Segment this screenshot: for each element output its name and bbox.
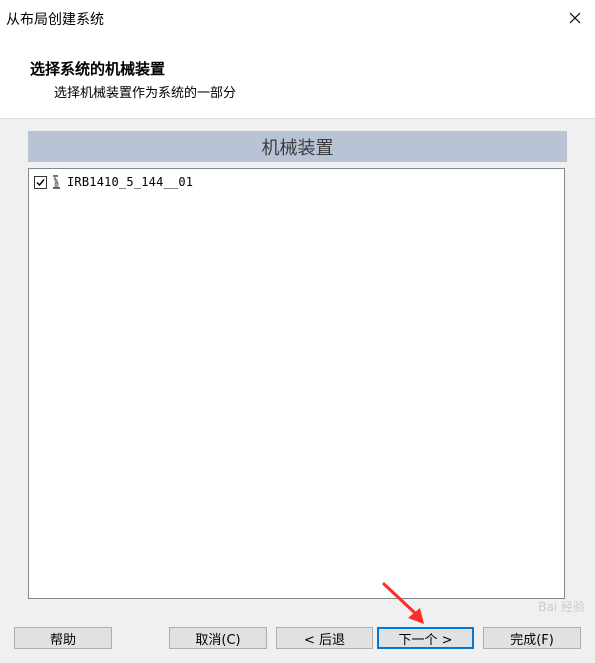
help-button[interactable]: 帮助 xyxy=(14,627,112,649)
wizard-header: 选择系统的机械装置 选择机械装置作为系统的一部分 xyxy=(0,36,595,118)
wizard-body: 机械装置 IRB1410_5_144__01 帮助 取消(C) < 后退 下一个… xyxy=(0,118,595,663)
window-title: 从布局创建系统 xyxy=(6,12,104,28)
list-item[interactable]: IRB1410_5_144__01 xyxy=(34,173,193,191)
next-button[interactable]: 下一个 > xyxy=(377,627,474,649)
cancel-button[interactable]: 取消(C) xyxy=(169,627,267,649)
close-button[interactable] xyxy=(555,0,595,36)
page-title: 选择系统的机械装置 xyxy=(30,60,166,78)
section-title: 机械装置 xyxy=(28,131,567,162)
close-icon[interactable] xyxy=(569,12,581,24)
title-bar: 从布局创建系统 xyxy=(0,0,595,36)
watermark: Bai 经验 xyxy=(475,598,585,654)
page-subtitle: 选择机械装置作为系统的一部分 xyxy=(54,86,237,101)
checkmark-icon xyxy=(36,178,45,186)
watermark-text: Bai 经验 xyxy=(538,600,585,614)
mechanism-label: IRB1410_5_144__01 xyxy=(67,175,194,189)
robot-icon xyxy=(51,174,63,190)
annotation-arrow-icon xyxy=(382,582,424,624)
mechanism-list[interactable]: IRB1410_5_144__01 xyxy=(28,168,565,599)
mechanism-checkbox[interactable] xyxy=(34,175,47,189)
back-button[interactable]: < 后退 xyxy=(276,627,373,649)
